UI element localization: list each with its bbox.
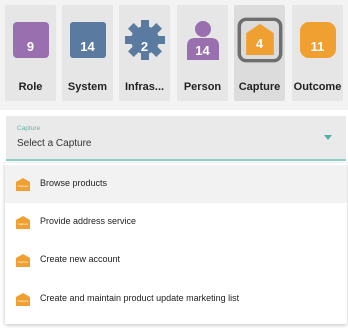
tile-count: 2 <box>140 39 149 54</box>
select-label: Capture <box>17 125 41 132</box>
tile-system[interactable]: 14 System <box>62 5 113 101</box>
tile-count: 14 <box>80 39 95 54</box>
capture-icon-text: Capture <box>18 299 29 303</box>
tile-label: Infras... <box>124 81 165 93</box>
tile-outcome[interactable]: 11 Outcome <box>292 5 343 101</box>
capture-icon-text: Capture <box>18 184 29 188</box>
tile-label: Capture <box>238 81 281 93</box>
option-text: Browse products <box>40 178 108 188</box>
chevron-down-icon[interactable] <box>324 135 332 140</box>
tile-label: System <box>67 81 108 93</box>
tile-capture[interactable]: 4 Capture <box>234 5 285 101</box>
capture-icon-text: Capture <box>18 222 29 226</box>
tile-label: Role <box>18 81 43 93</box>
capture-icon: Capture <box>16 216 30 229</box>
option-item[interactable]: Capture Create and maintain product upda… <box>5 280 347 318</box>
tile-infrastructure[interactable]: 2 Infras... <box>119 5 170 101</box>
option-item[interactable]: Capture Provide address service <box>5 203 347 241</box>
option-text: Provide address service <box>40 216 137 226</box>
tile-count: 14 <box>195 43 210 58</box>
option-item[interactable]: Capture Create new account <box>5 241 347 279</box>
select-placeholder: Select a Capture <box>17 138 92 149</box>
capture-icon: Capture <box>16 178 30 191</box>
tile-role[interactable]: 9 Role <box>5 5 56 101</box>
option-item[interactable]: Capture Browse products <box>5 165 347 203</box>
tile-count: 9 <box>26 39 35 54</box>
tile-label: Outcome <box>293 81 342 93</box>
tile-count: 11 <box>310 39 325 54</box>
tile-label: Person <box>183 81 222 93</box>
capture-icon: Capture <box>16 254 30 267</box>
capture-options-list: Capture Browse products Capture Provide … <box>5 163 347 324</box>
tile-person[interactable]: 14 Person <box>177 5 228 101</box>
option-text: Create and maintain product update marke… <box>40 293 240 303</box>
option-text: Create new account <box>40 254 121 264</box>
capture-icon: Capture <box>16 293 30 306</box>
capture-icon-text: Capture <box>18 260 29 264</box>
tile-count: 4 <box>255 36 264 51</box>
capture-select[interactable]: Capture Select a Capture <box>6 116 346 161</box>
